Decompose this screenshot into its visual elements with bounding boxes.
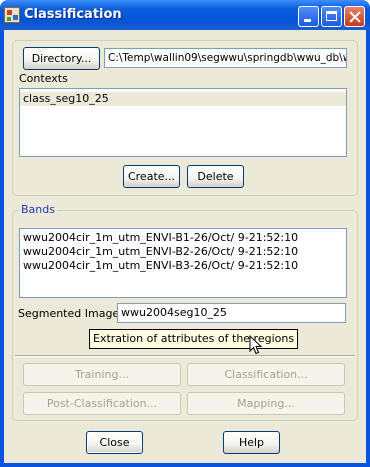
- post-classification-button[interactable]: Post-Classification...: [23, 392, 181, 415]
- bands-separator: [15, 355, 355, 357]
- bands-list[interactable]: wwu2004cir_1m_utm_ENVI-B1-26/Oct/ 9-21:5…: [19, 228, 347, 298]
- segmented-image-label: Segmented Image:: [18, 307, 123, 320]
- classification-window: Classification Directory... C:\Temp\wall…: [0, 0, 370, 467]
- directory-button[interactable]: Directory...: [23, 47, 100, 70]
- segmented-image-field[interactable]: wwu2004seg10_25: [117, 303, 346, 323]
- window-title: Classification: [24, 7, 122, 22]
- minimize-button[interactable]: [298, 6, 319, 27]
- mouse-cursor-icon: [249, 335, 263, 355]
- create-button[interactable]: Create...: [123, 165, 180, 188]
- contexts-label: Contexts: [19, 72, 68, 85]
- app-icon: [4, 7, 20, 23]
- maximize-button[interactable]: [321, 6, 342, 27]
- classification-button[interactable]: Classification...: [187, 363, 345, 386]
- contexts-group: Directory... C:\Temp\wallin09\segwwu\spr…: [12, 40, 358, 196]
- help-button[interactable]: Help: [223, 431, 280, 454]
- maximize-icon: [326, 11, 337, 21]
- band-item[interactable]: wwu2004cir_1m_utm_ENVI-B2-26/Oct/ 9-21:5…: [20, 245, 346, 259]
- title-bar[interactable]: Classification: [0, 0, 370, 30]
- delete-button[interactable]: Delete: [187, 165, 244, 188]
- close-window-button[interactable]: [344, 6, 365, 27]
- mapping-button[interactable]: Mapping...: [187, 392, 345, 415]
- minimize-icon: [304, 19, 311, 22]
- band-item[interactable]: wwu2004cir_1m_utm_ENVI-B3-26/Oct/ 9-21:5…: [20, 259, 346, 273]
- close-button[interactable]: Close: [86, 431, 143, 454]
- training-button[interactable]: Training...: [23, 363, 181, 386]
- bands-title: Bands: [19, 203, 57, 216]
- contexts-list[interactable]: class_seg10_25: [19, 88, 347, 157]
- band-item[interactable]: wwu2004cir_1m_utm_ENVI-B1-26/Oct/ 9-21:5…: [20, 231, 346, 245]
- extraction-tooltip: Extration of attributes of the regions: [89, 329, 299, 349]
- context-item[interactable]: class_seg10_25: [20, 92, 346, 106]
- directory-path-field[interactable]: C:\Temp\wallin09\segwwu\springdb\wwu_db\…: [104, 48, 347, 68]
- dialog-body: Directory... C:\Temp\wallin09\segwwu\spr…: [4, 30, 366, 463]
- bands-group: Bands wwu2004cir_1m_utm_ENVI-B1-26/Oct/ …: [12, 203, 358, 421]
